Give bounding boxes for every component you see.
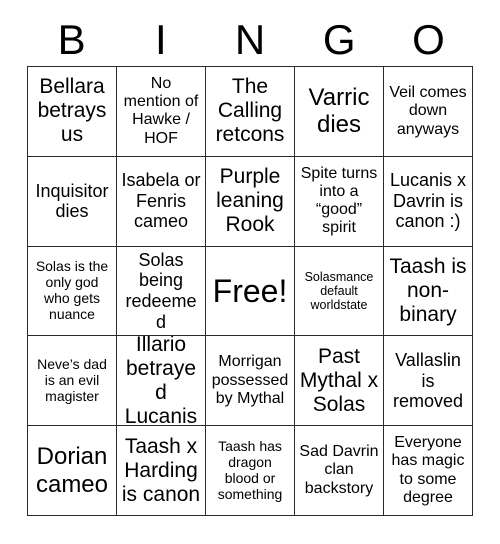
bingo-cell-r5c1[interactable]: Dorian cameo: [28, 426, 117, 516]
bingo-cell-label: Isabela or Fenris cameo: [121, 170, 201, 232]
bingo-cell-label: Solasmance default worldstate: [304, 269, 374, 313]
bingo-cell-r2c5[interactable]: Lucanis x Davrin is canon :): [384, 156, 473, 247]
bingo-grid: Bellara betrays us No mention of Hawke /…: [27, 66, 473, 516]
bingo-cell-r3c4[interactable]: Solasmance default worldstate: [295, 246, 384, 337]
bingo-cell-label: Taash has dragon blood or something: [217, 437, 283, 502]
bingo-cell-label: Taash x Harding is canon: [121, 434, 201, 506]
bingo-header-letter-i: I: [154, 16, 167, 63]
bingo-cell-r4c5[interactable]: Vallaslin is removed: [384, 336, 473, 427]
bingo-cell-label: Lucanis x Davrin is canon :): [389, 170, 467, 232]
bingo-cell-label: Purple leaning Rook: [216, 165, 284, 237]
bingo-cell-r1c1[interactable]: Bellara betrays us: [28, 67, 117, 157]
bingo-cell-label: Inquisitor dies: [35, 180, 109, 222]
bingo-cell-r1c4[interactable]: Varric dies: [295, 67, 384, 157]
bingo-cell-label: Solas is the only god who gets nuance: [35, 258, 109, 322]
bingo-cell-r5c3[interactable]: Taash has dragon blood or something: [206, 426, 295, 516]
bingo-cell-r4c2[interactable]: Illario betrayed Lucanis: [117, 336, 206, 427]
bingo-cell-label: The Calling retcons: [215, 75, 285, 147]
bingo-cell-r2c1[interactable]: Inquisitor dies: [28, 156, 117, 247]
bingo-cell-label: Taash is non-binary: [389, 255, 467, 326]
bingo-cell-label: Morrigan possessed by Mythal: [211, 353, 289, 407]
bingo-cell-r3c5[interactable]: Taash is non-binary: [384, 246, 473, 337]
bingo-cell-label: Solas being redeemed: [125, 249, 197, 332]
bingo-cell-r1c5[interactable]: Veil comes down anyways: [384, 67, 473, 157]
bingo-cell-label: Veil comes down anyways: [389, 84, 467, 138]
bingo-cell-r2c3[interactable]: Purple leaning Rook: [206, 156, 295, 247]
bingo-cell-label: Spite turns into a “good” spirit: [300, 164, 378, 237]
bingo-header-letter-o: O: [412, 16, 445, 63]
bingo-cell-label: Varric dies: [308, 84, 370, 139]
bingo-card: B I N G O Bellara betrays us No mention …: [0, 0, 500, 544]
bingo-cell-r2c2[interactable]: Isabela or Fenris cameo: [117, 156, 206, 247]
bingo-cell-r5c5[interactable]: Everyone has magic to some degree: [384, 426, 473, 516]
bingo-cell-r2c4[interactable]: Spite turns into a “good” spirit: [295, 156, 384, 247]
bingo-cell-label: Illario betrayed Lucanis: [124, 336, 198, 427]
bingo-header-row: B I N G O: [27, 14, 473, 66]
bingo-cell-r1c2[interactable]: No mention of Hawke / HOF: [117, 67, 206, 157]
bingo-cell-label: Vallaslin is removed: [392, 350, 464, 412]
bingo-header-letter-n: N: [234, 16, 266, 63]
bingo-header-letter-b: B: [57, 16, 86, 63]
bingo-cell-label: Neve’s dad is an evil magister: [37, 355, 107, 404]
bingo-cell-label: No mention of Hawke / HOF: [123, 74, 199, 147]
bingo-cell-label: Everyone has magic to some degree: [391, 434, 465, 506]
bingo-header-letter-g: G: [322, 16, 356, 63]
bingo-cell-r5c4[interactable]: Sad Davrin clan backstory: [295, 426, 384, 516]
bingo-cell-label: Past Mythal x Solas: [299, 344, 379, 416]
bingo-cell-label: Bellara betrays us: [37, 75, 107, 147]
bingo-cell-r1c3[interactable]: The Calling retcons: [206, 67, 295, 157]
bingo-cell-label: Sad Davrin clan backstory: [299, 443, 379, 497]
bingo-cell-free-space[interactable]: Free!: [206, 246, 295, 337]
bingo-cell-r4c1[interactable]: Neve’s dad is an evil magister: [28, 336, 117, 427]
bingo-free-space-label: Free!: [212, 272, 288, 309]
bingo-cell-r3c1[interactable]: Solas is the only god who gets nuance: [28, 246, 117, 337]
bingo-cell-r3c2[interactable]: Solas being redeemed: [117, 246, 206, 337]
bingo-cell-label: Dorian cameo: [35, 443, 109, 498]
bingo-cell-r4c3[interactable]: Morrigan possessed by Mythal: [206, 336, 295, 427]
bingo-cell-r5c2[interactable]: Taash x Harding is canon: [117, 426, 206, 516]
bingo-cell-r4c4[interactable]: Past Mythal x Solas: [295, 336, 384, 427]
